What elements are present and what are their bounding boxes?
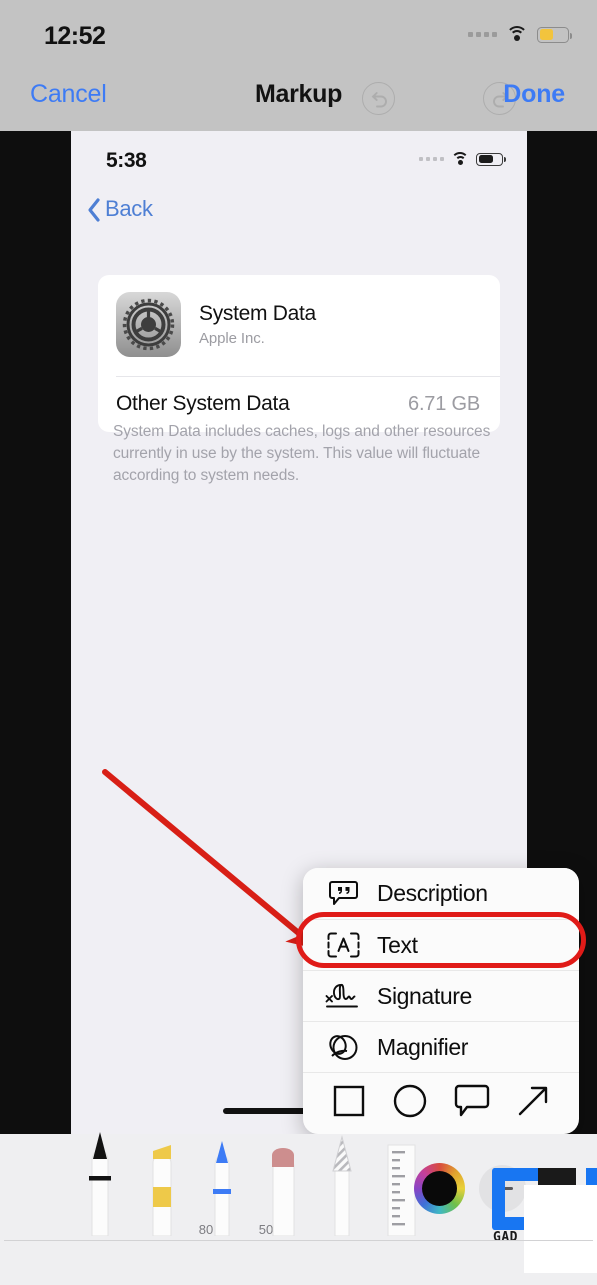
markup-top-bar: 12:52 Cancel Markup Done [0, 0, 597, 131]
menu-item-label: Text [377, 931, 418, 958]
footnote-text: System Data includes caches, logs and ot… [113, 423, 491, 485]
battery-low-power-icon [537, 26, 572, 43]
marker-tool[interactable]: 50 [200, 1129, 273, 1241]
menu-item-magnifier[interactable]: Magnifier [303, 1021, 579, 1072]
done-button[interactable]: Done [503, 80, 565, 109]
watermark-text: GAD [493, 1230, 518, 1245]
menu-item-signature[interactable]: Signature [303, 970, 579, 1021]
markup-add-popup-menu: Description Text Signature Magnifier [296, 868, 586, 1151]
app-title: System Data [199, 302, 316, 325]
wifi-icon [451, 152, 469, 166]
data-row-value: 6.71 GB [408, 392, 480, 415]
data-row-label: Other System Data [116, 392, 290, 415]
tool-rail: 80 50 GAD [0, 1132, 597, 1273]
color-wheel-icon[interactable] [414, 1163, 465, 1214]
battery-icon [476, 152, 506, 166]
system-data-card: System Data Apple Inc. Other System Data… [98, 275, 500, 432]
description-bubble-icon [323, 880, 363, 908]
app-header-row: System Data Apple Inc. [98, 275, 500, 376]
arrow-shape-icon[interactable] [516, 1084, 550, 1123]
wifi-icon [506, 26, 528, 43]
circle-shape-icon[interactable] [392, 1083, 428, 1124]
settings-gear-icon [116, 292, 181, 357]
pen-tool[interactable] [78, 1129, 122, 1241]
menu-item-description[interactable]: Description [303, 868, 579, 919]
highlighter-tool[interactable]: 80 [140, 1129, 213, 1241]
speech-bubble-shape-icon[interactable] [454, 1084, 490, 1123]
status-indicators [468, 26, 572, 43]
markup-screen: 12:52 Cancel Markup Done 5:38 Back Syste… [0, 0, 597, 1285]
menu-item-label: Description [377, 880, 488, 906]
status-time: 12:52 [44, 22, 106, 50]
signature-icon [323, 982, 363, 1010]
menu-item-label: Magnifier [377, 1033, 468, 1060]
watermark-mask [524, 1185, 597, 1273]
menu-item-label: Signature [377, 982, 472, 1009]
outer-status-bar: 12:52 [0, 0, 597, 62]
square-shape-icon[interactable] [332, 1084, 366, 1123]
signal-dots-icon [468, 32, 497, 37]
lasso-tool[interactable] [320, 1129, 364, 1241]
magnifier-icon [323, 1033, 363, 1062]
markup-toolbar: 80 50 GAD [0, 1132, 597, 1285]
menu-item-text[interactable]: Text [303, 919, 579, 970]
eraser-tool[interactable] [260, 1129, 306, 1241]
app-text-block: System Data Apple Inc. [199, 302, 316, 347]
chevron-left-icon [86, 197, 102, 228]
app-developer: Apple Inc. [199, 330, 265, 347]
back-navigation[interactable]: Back [71, 189, 527, 231]
screenshot-status-indicators [419, 152, 506, 166]
shape-tools-row [303, 1072, 579, 1134]
back-label: Back [105, 196, 153, 221]
screenshot-status-time: 5:38 [106, 149, 147, 172]
screenshot-status-bar: 5:38 [71, 131, 527, 185]
signal-dots-icon [419, 157, 444, 161]
markup-nav-row: Cancel Markup Done [0, 62, 597, 131]
text-box-a-icon [323, 932, 363, 958]
undo-circle-icon[interactable] [362, 82, 395, 115]
